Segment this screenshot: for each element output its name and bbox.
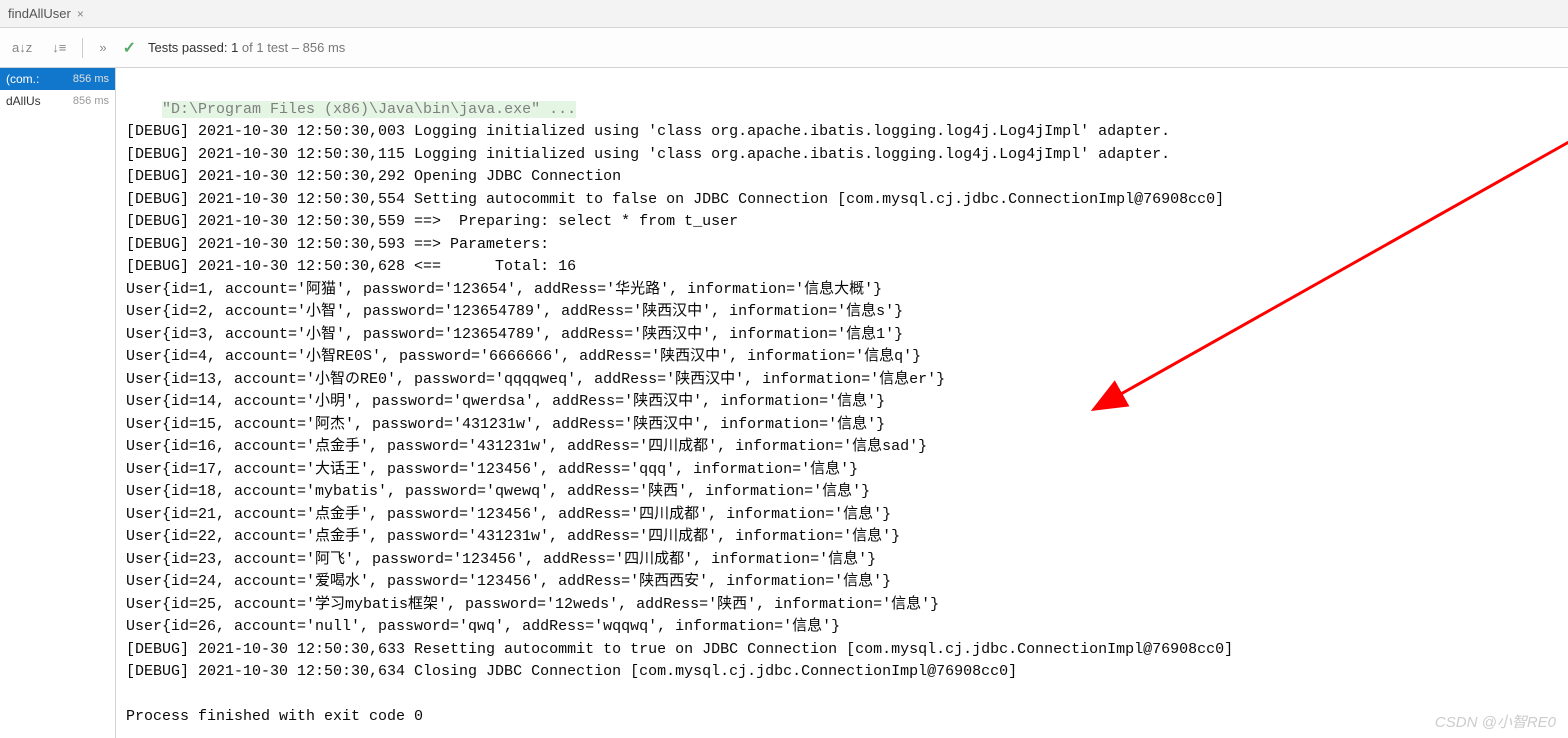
command-line: "D:\Program Files (x86)\Java\bin\java.ex…	[162, 101, 576, 118]
sidebar-item-label: dAllUs	[6, 94, 41, 108]
test-status: Tests passed: 1 of 1 test – 856 ms	[148, 40, 345, 55]
sort-az-icon[interactable]: a↓z	[8, 38, 36, 57]
chevron-right-icon[interactable]: »	[95, 38, 110, 57]
main-area: (com.: 856 ms dAllUs 856 ms "D:\Program Fil…	[0, 68, 1568, 738]
sidebar-item-1[interactable]: dAllUs 856 ms	[0, 90, 115, 112]
toolbar: a↓z ↓≡ » ✓ Tests passed: 1 of 1 test – 8…	[0, 28, 1568, 68]
status-of: of 1 test	[238, 40, 288, 55]
test-sidebar: (com.: 856 ms dAllUs 856 ms	[0, 68, 116, 738]
console-log-lines: [DEBUG] 2021-10-30 12:50:30,003 Logging …	[126, 123, 1233, 680]
arrow-annotation	[1076, 128, 1568, 428]
tab-bar: findAllUser ×	[0, 0, 1568, 28]
status-time: – 856 ms	[288, 40, 345, 55]
watermark: CSDN @小智RE0	[1435, 711, 1556, 732]
sidebar-item-label: (com.:	[6, 72, 39, 86]
tab-title: findAllUser	[8, 6, 71, 21]
process-finished: Process finished with exit code 0	[126, 708, 423, 725]
sidebar-item-0[interactable]: (com.: 856 ms	[0, 68, 115, 90]
sidebar-item-time: 856 ms	[73, 95, 109, 107]
sort-list-icon[interactable]: ↓≡	[48, 38, 70, 57]
close-icon[interactable]: ×	[77, 7, 84, 21]
divider	[82, 38, 83, 58]
tab-findalluser[interactable]: findAllUser ×	[0, 2, 92, 25]
status-prefix: Tests passed:	[148, 40, 231, 55]
sidebar-item-time: 856 ms	[73, 73, 109, 85]
console-output[interactable]: "D:\Program Files (x86)\Java\bin\java.ex…	[116, 68, 1568, 738]
check-icon: ✓	[123, 38, 136, 58]
